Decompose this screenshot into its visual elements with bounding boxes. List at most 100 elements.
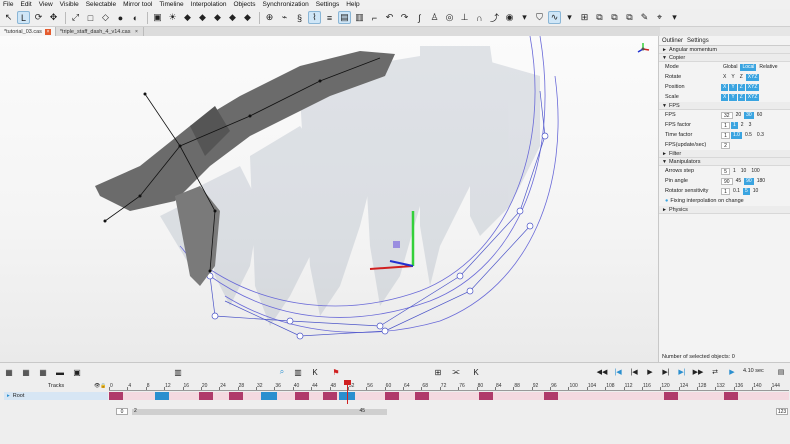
start-frame-input[interactable]: 0 [116, 408, 128, 415]
bounce-icon[interactable]: ▶ [726, 366, 738, 378]
redo-icon[interactable]: ↷ [398, 11, 411, 24]
keyframe-block[interactable] [199, 392, 213, 400]
move-icon[interactable]: ✥ [47, 11, 60, 24]
search-icon[interactable]: ⌕ [276, 366, 288, 378]
tab-outliner[interactable]: Outliner [662, 38, 683, 44]
position-x-option[interactable]: X [721, 83, 729, 91]
pin-45-option[interactable]: 45 [734, 178, 744, 185]
rot-5-option[interactable]: 5 [742, 187, 750, 195]
menu-file[interactable]: File [3, 1, 13, 8]
grid-alt-icon[interactable]: ⊞ [578, 11, 591, 24]
spiral-icon[interactable]: ◎ [443, 11, 456, 24]
scale-z-option[interactable]: Z [737, 93, 745, 101]
menu-mirror-tool[interactable]: Mirror tool [123, 1, 152, 8]
flag-icon[interactable]: ⚑ [330, 366, 342, 378]
factor-2-option[interactable]: 2 [739, 122, 746, 129]
next-key-button[interactable]: ▶| [676, 366, 688, 378]
target-icon[interactable]: ⌁ [278, 11, 291, 24]
fps-input[interactable]: 32 [721, 111, 733, 119]
time-1-option[interactable]: 1.0 [731, 131, 742, 139]
pin-90-option[interactable]: 90 [744, 177, 754, 185]
eye-lock-icon[interactable]: 👁🔒 [94, 383, 107, 389]
rotate-x-option[interactable]: X [721, 74, 728, 81]
rotate-xyz-option[interactable]: XYZ [745, 73, 760, 81]
keyframe-block[interactable] [664, 392, 678, 400]
key-frame-icon[interactable]: K [309, 366, 321, 378]
fps-30-option[interactable]: 30 [744, 111, 754, 119]
pin-angle-input[interactable]: 90 [721, 177, 733, 185]
mirror-icon[interactable]: ◐ [129, 11, 142, 24]
track-keyframes[interactable] [109, 392, 789, 400]
clip-icon[interactable]: ▬ [54, 366, 66, 378]
mode-local-option[interactable]: Local [740, 63, 757, 71]
time-factor-input[interactable]: 1 [721, 131, 730, 139]
settings-icon[interactable]: ▤ [775, 366, 787, 378]
rot-10-option[interactable]: 10 [751, 188, 761, 195]
position-z-option[interactable]: Z [737, 83, 745, 91]
menu-settings[interactable]: Settings [316, 1, 340, 8]
scale-y-option[interactable]: Y [729, 93, 737, 101]
arrows-10-option[interactable]: 10 [739, 168, 749, 175]
section-angular-momentum[interactable]: ► Angular momentum [659, 46, 790, 54]
arrows-100-option[interactable]: 100 [749, 168, 761, 175]
tab-settings[interactable]: Settings [687, 38, 709, 44]
pin-180-option[interactable]: 180 [755, 178, 767, 185]
menu-objects[interactable]: Objects [233, 1, 255, 8]
wave-alt-icon[interactable]: ∿ [548, 11, 561, 24]
layers-icon[interactable]: ▤ [338, 11, 351, 24]
jump-icon[interactable]: ⤴ [488, 11, 501, 24]
3d-viewport[interactable] [0, 36, 658, 362]
box-icon[interactable]: □ [84, 11, 97, 24]
arrow-icon[interactable]: ▥ [353, 11, 366, 24]
chevron-down-icon[interactable]: ▾ [518, 11, 531, 24]
range-scrollbar[interactable]: 2 45 [132, 408, 387, 415]
section-fps[interactable]: ▼ FPS [659, 102, 790, 110]
track-root[interactable]: ▸ Root [4, 392, 108, 400]
shield-icon[interactable]: § [293, 11, 306, 24]
shield-alt-icon[interactable]: ⛉ [533, 11, 546, 24]
keyframe-block[interactable] [261, 392, 277, 400]
rotate-icon[interactable]: ⟳ [32, 11, 45, 24]
playhead[interactable] [347, 382, 348, 404]
fps-60-option[interactable]: 60 [755, 112, 765, 119]
axis-gizmo-icon[interactable] [636, 42, 650, 56]
keyframe-block[interactable] [385, 392, 399, 400]
scale-x-option[interactable]: X [721, 93, 729, 101]
rotate-z-option[interactable]: Z [738, 74, 745, 81]
keyframe-block[interactable] [109, 392, 123, 400]
end-frame-input[interactable]: 123 [776, 408, 788, 415]
duplicate-icon[interactable]: ⧉ [623, 11, 636, 24]
curve-icon[interactable]: ◆ [196, 11, 209, 24]
forward-button[interactable]: ▶▶ [692, 366, 704, 378]
menu-edit[interactable]: Edit [20, 1, 31, 8]
arrows-1-option[interactable]: 1 [731, 168, 738, 175]
bracket-icon[interactable]: ∫ [413, 11, 426, 24]
close-icon[interactable]: × [44, 28, 51, 35]
position-y-option[interactable]: Y [729, 83, 737, 91]
scale-icon[interactable]: ⤢ [69, 11, 82, 24]
light-icon[interactable]: ☀ [166, 11, 179, 24]
prev-key-button[interactable]: |◀ [612, 366, 624, 378]
lock-icon[interactable]: ◆ [226, 11, 239, 24]
menu-timeline[interactable]: Timeline [159, 1, 183, 8]
scale-xyz-option[interactable]: XYZ [745, 93, 760, 101]
key-frame-alt-icon[interactable]: K [470, 366, 482, 378]
section-manipulators[interactable]: ▼ Manipulators [659, 158, 790, 166]
chevron-alt-icon[interactable]: ▾ [563, 11, 576, 24]
menu-synchronization[interactable]: Synchronization [262, 1, 308, 8]
time-05-option[interactable]: 0.5 [743, 132, 754, 139]
section-physics[interactable]: ► Physics [659, 206, 790, 214]
film-paste-icon[interactable]: ▦ [37, 366, 49, 378]
film-copy-icon[interactable]: ▦ [20, 366, 32, 378]
magnet-icon[interactable]: ⊕ [263, 11, 276, 24]
rewind-button[interactable]: ◀◀ [596, 366, 608, 378]
rotator-input[interactable]: 1 [721, 187, 730, 195]
keyframe-block[interactable] [544, 392, 558, 400]
camera-icon[interactable]: ▣ [71, 366, 83, 378]
filmstrip-icon[interactable]: ▥ [172, 366, 184, 378]
play-button[interactable]: ▶ [644, 366, 656, 378]
cube-icon[interactable]: ◇ [99, 11, 112, 24]
menu-help[interactable]: Help [346, 1, 359, 8]
interp-icon[interactable]: ⫘ [450, 366, 462, 378]
keyframe-block[interactable] [415, 392, 429, 400]
